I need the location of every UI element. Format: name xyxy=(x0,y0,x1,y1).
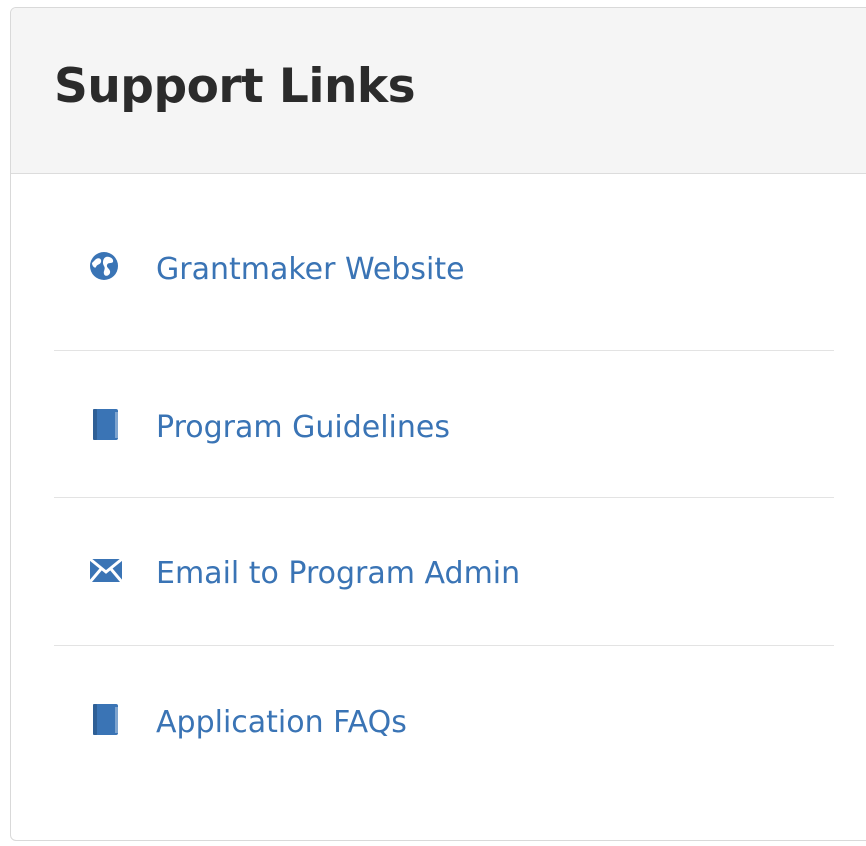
support-link-label[interactable]: Grantmaker Website xyxy=(156,250,465,290)
support-link-grantmaker-website[interactable]: Grantmaker Website xyxy=(54,174,834,351)
support-links-panel: Support Links Grantmaker Website Program… xyxy=(10,7,866,841)
support-link-label[interactable]: Email to Program Admin xyxy=(156,554,520,594)
support-link-email-program-admin[interactable]: Email to Program Admin xyxy=(54,498,834,646)
support-link-list: Grantmaker Website Program Guidelines Em… xyxy=(54,174,834,796)
book-icon xyxy=(87,702,125,738)
support-link-label[interactable]: Program Guidelines xyxy=(156,408,450,448)
globe-icon xyxy=(87,249,125,285)
panel-title: Support Links xyxy=(54,59,416,114)
support-link-program-guidelines[interactable]: Program Guidelines xyxy=(54,351,834,498)
book-icon xyxy=(87,407,125,443)
envelope-icon xyxy=(87,553,125,589)
support-link-label[interactable]: Application FAQs xyxy=(156,703,407,743)
panel-header: Support Links xyxy=(11,8,866,174)
support-link-application-faqs[interactable]: Application FAQs xyxy=(54,646,834,796)
